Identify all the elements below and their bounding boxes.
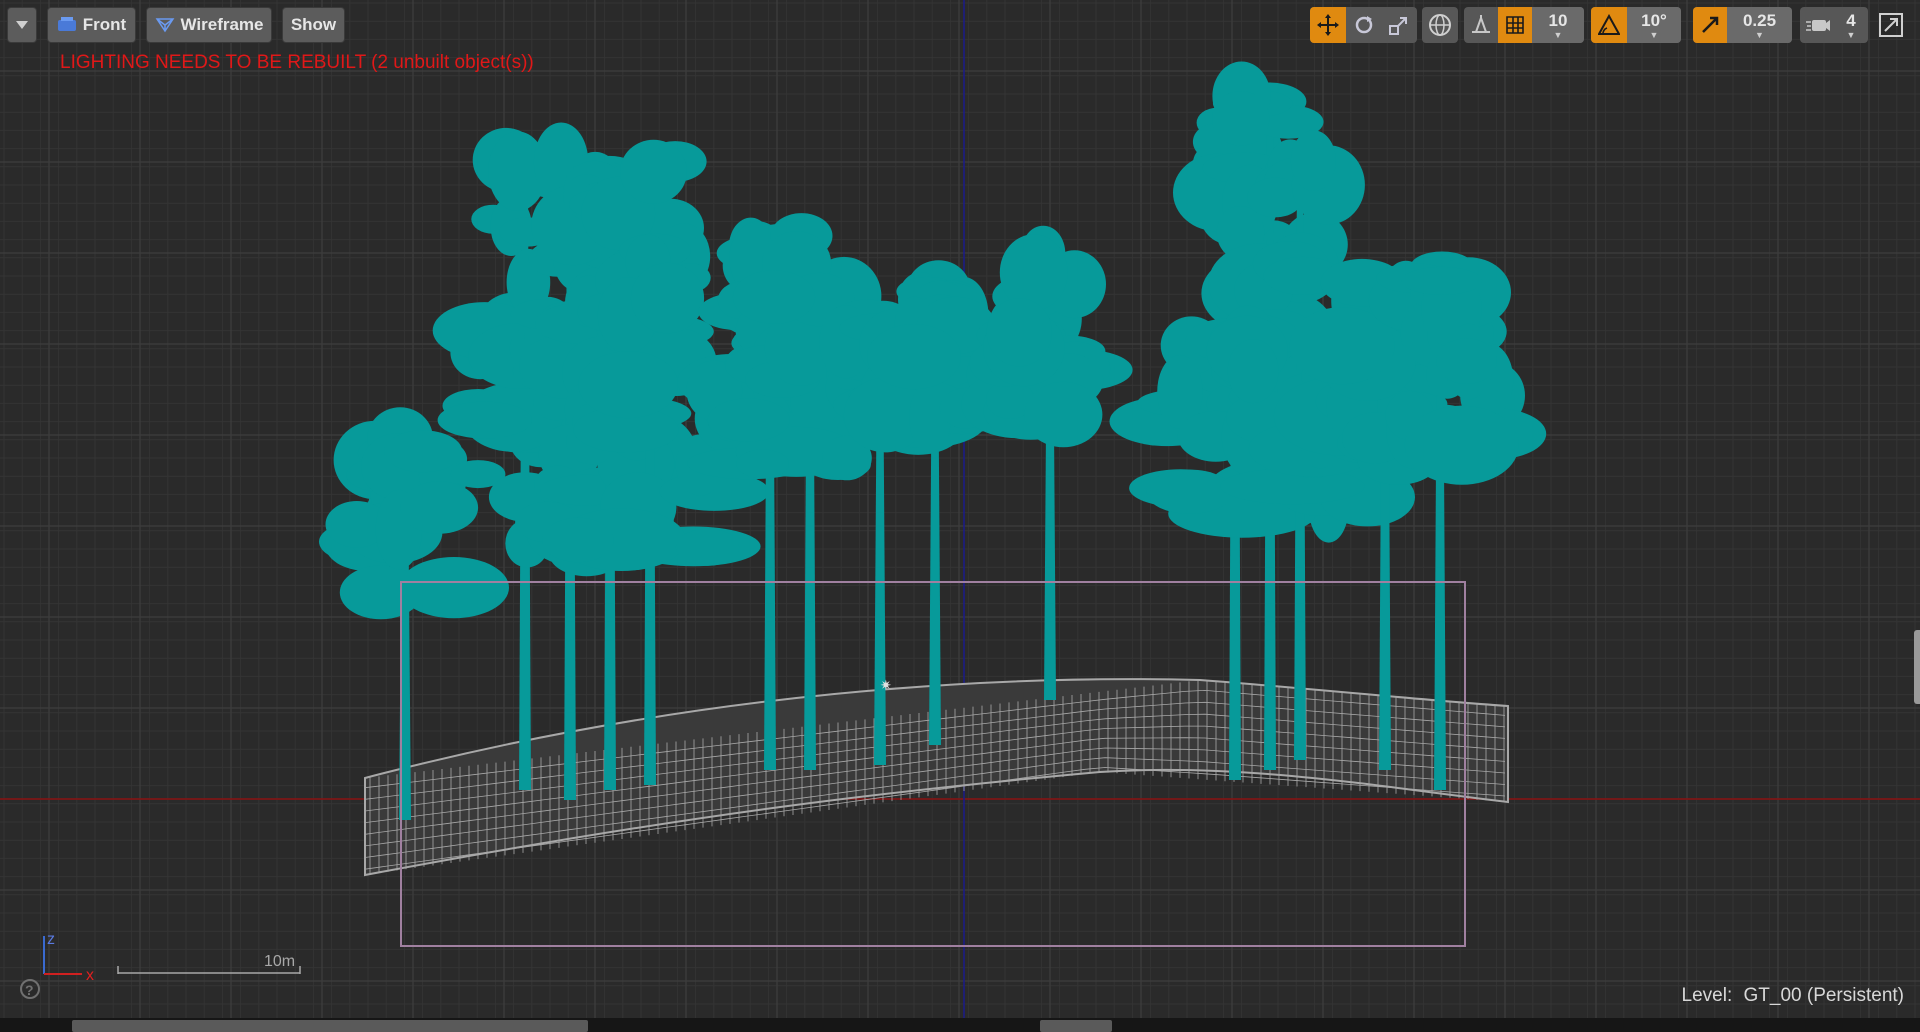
level-label: Level: <box>1681 985 1733 1006</box>
grid-major <box>0 0 1920 1018</box>
lighting-warning: LIGHTING NEEDS TO BE REBUILT (2 unbuilt … <box>60 52 534 73</box>
scale-snap-toggle[interactable] <box>1693 7 1727 43</box>
scale-snap-group: 0.25 ▼ <box>1693 7 1792 43</box>
level-value: GT_00 (Persistent) <box>1743 985 1905 1006</box>
scale-snap-value-dropdown[interactable]: 0.25 ▼ <box>1727 7 1792 43</box>
render-mode-button[interactable]: Wireframe <box>146 7 272 43</box>
grid-snap-value: 10 <box>1548 11 1568 30</box>
front-view-icon <box>57 17 76 31</box>
show-button[interactable]: Show <box>282 7 345 43</box>
globe-icon <box>1429 14 1451 36</box>
rotation-snap-icon <box>1598 14 1620 35</box>
chevron-down-icon <box>16 21 28 29</box>
light-actor-icon[interactable]: ✷ <box>880 678 892 694</box>
grid-snap-value-dropdown[interactable]: 10 ▼ <box>1532 7 1584 43</box>
surface-snap-icon <box>1472 15 1490 33</box>
chevron-down-icon: ▼ <box>1553 30 1563 40</box>
rotate-tool[interactable] <box>1346 7 1381 43</box>
rotation-snap-value-dropdown[interactable]: 10° ▼ <box>1627 7 1681 43</box>
render-mode-label: Wireframe <box>180 15 264 34</box>
wireframe-icon <box>155 18 174 33</box>
scale-bar-label: 10m <box>264 953 296 970</box>
surface-snap-button[interactable] <box>1464 7 1498 43</box>
svg-text:?: ? <box>25 982 34 998</box>
camera-speed-icon <box>1806 20 1830 31</box>
camera-speed-dropdown[interactable]: 4 ▼ <box>1800 7 1868 43</box>
scale-snap-value: 0.25 <box>1742 11 1777 30</box>
axis-gizmo: z x <box>43 931 94 984</box>
viewport-menu-button[interactable] <box>7 7 37 43</box>
chevron-down-icon: ▼ <box>1755 30 1764 40</box>
scroll-thumb-right[interactable] <box>1040 1020 1112 1032</box>
transform-tools <box>1310 7 1417 43</box>
rotate-icon <box>1355 16 1372 34</box>
side-panel-handle[interactable] <box>1914 630 1920 704</box>
world-local-toggle[interactable] <box>1422 7 1458 43</box>
viewport[interactable]: ✷ z x ? 10m Front Wireframe Show LIGHTIN… <box>0 0 1920 1032</box>
viewport-canvas[interactable]: ✷ z x ? <box>0 0 1920 1032</box>
maximize-icon <box>1879 13 1903 37</box>
snap-group: 10 ▼ <box>1464 7 1584 43</box>
chevron-down-icon: ▼ <box>1846 30 1856 40</box>
scroll-thumb-left[interactable] <box>72 1020 588 1032</box>
scale-snap-icon <box>1702 16 1719 33</box>
chevron-down-icon: ▼ <box>1649 30 1659 40</box>
grid-snap-toggle[interactable] <box>1498 7 1532 43</box>
translate-icon <box>1317 14 1339 36</box>
z-axis-label: z <box>47 931 55 948</box>
camera-speed-value: 4 <box>1846 11 1856 30</box>
maximize-button[interactable] <box>1877 11 1905 39</box>
translate-tool[interactable] <box>1310 7 1346 43</box>
grid-minor <box>0 0 1920 1018</box>
help-icon[interactable]: ? <box>20 979 40 999</box>
view-mode-button[interactable]: Front <box>47 7 136 43</box>
x-axis-label: x <box>86 967 94 984</box>
grid-snap-icon <box>1506 16 1524 34</box>
scale-icon <box>1388 17 1407 35</box>
view-mode-label: Front <box>82 15 127 34</box>
rotation-snap-group: 10° ▼ <box>1591 7 1681 43</box>
rotation-snap-toggle[interactable] <box>1591 7 1627 43</box>
show-label: Show <box>290 15 337 34</box>
scale-tool[interactable] <box>1381 7 1416 43</box>
level-indicator: Level: GT_00 (Persistent) <box>1682 985 1904 1007</box>
rotation-snap-value: 10° <box>1641 11 1667 30</box>
